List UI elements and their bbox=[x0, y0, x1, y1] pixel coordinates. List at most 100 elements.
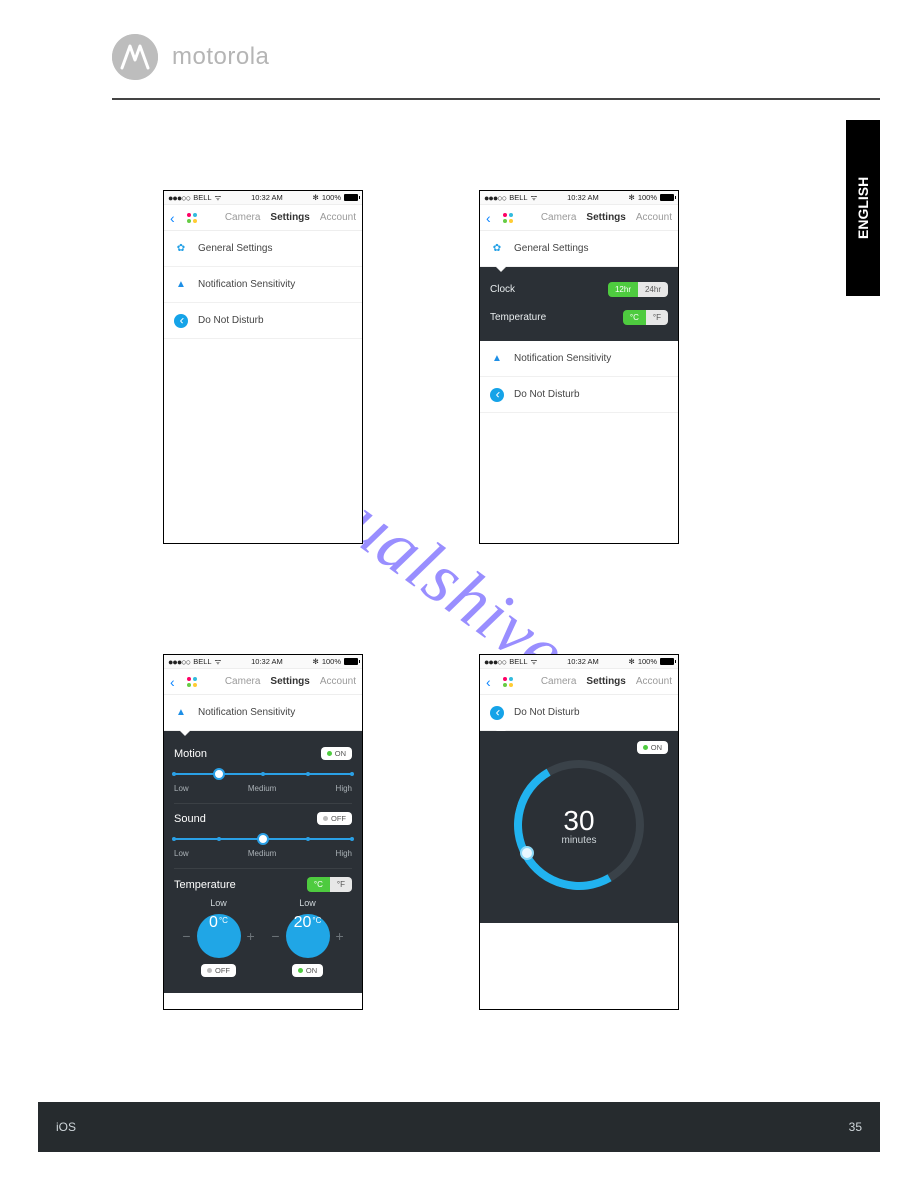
back-chevron-icon[interactable]: ‹ bbox=[486, 211, 491, 225]
gear-icon: ✿ bbox=[174, 242, 188, 256]
status-bar: ●●●○○ BELL ᯤ 10:32 AM ✻ 100% bbox=[164, 655, 362, 669]
scale-medium: Medium bbox=[248, 849, 276, 858]
sound-label: Sound bbox=[174, 813, 206, 825]
footer-right: 35 bbox=[849, 1120, 862, 1134]
row-general-settings[interactable]: ✿ General Settings bbox=[480, 231, 678, 267]
clock-label: Clock bbox=[490, 284, 515, 295]
dnd-value: 30 bbox=[563, 805, 594, 837]
battery-icon bbox=[344, 194, 358, 201]
clock-label: 10:32 AM bbox=[567, 193, 599, 202]
warning-icon: ▲ bbox=[490, 352, 504, 366]
battery-pct: 100% bbox=[638, 193, 657, 202]
tab-settings[interactable]: Settings bbox=[586, 212, 625, 223]
scale-low: Low bbox=[174, 849, 189, 858]
tab-camera[interactable]: Camera bbox=[225, 676, 261, 687]
toggle-celsius[interactable]: °C bbox=[307, 877, 330, 892]
clock-icon bbox=[490, 706, 504, 720]
clock-format-toggle[interactable]: 12hr 24hr bbox=[608, 282, 668, 297]
sound-toggle[interactable]: OFF bbox=[317, 812, 352, 825]
row-do-not-disturb[interactable]: Do Not Disturb bbox=[480, 695, 678, 731]
row-general-settings[interactable]: ✿ General Settings bbox=[164, 231, 362, 267]
battery-pct: 100% bbox=[322, 193, 341, 202]
temperature-label: Temperature bbox=[174, 879, 236, 891]
screenshot-general-settings-expanded: ●●●○○ BELL ᯤ 10:32 AM ✻ 100% ‹ bbox=[479, 190, 679, 544]
battery-pct: 100% bbox=[322, 657, 341, 666]
signal-icon: ●●●○○ bbox=[484, 657, 506, 667]
hubble-logo-icon[interactable] bbox=[185, 675, 199, 689]
tab-camera[interactable]: Camera bbox=[541, 212, 577, 223]
battery-icon bbox=[660, 194, 674, 201]
scale-low: Low bbox=[174, 784, 189, 793]
battery-pct: 100% bbox=[638, 657, 657, 666]
row-label: Do Not Disturb bbox=[198, 315, 264, 326]
carrier-label: BELL bbox=[509, 657, 527, 666]
bluetooth-icon: ✻ bbox=[629, 657, 635, 666]
row-notification-sensitivity[interactable]: ▲ Notification Sensitivity bbox=[480, 341, 678, 377]
bluetooth-icon: ✻ bbox=[313, 657, 319, 666]
motion-toggle[interactable]: ON bbox=[321, 747, 352, 760]
row-label: Notification Sensitivity bbox=[514, 353, 611, 364]
hubble-logo-icon[interactable] bbox=[501, 675, 515, 689]
toggle-celsius[interactable]: °C bbox=[623, 310, 646, 325]
warning-icon: ▲ bbox=[174, 706, 188, 720]
footer-left: iOS bbox=[56, 1120, 76, 1134]
tab-account[interactable]: Account bbox=[320, 676, 356, 687]
clock-icon bbox=[174, 314, 188, 328]
temperature-unit-toggle[interactable]: °C °F bbox=[307, 877, 352, 892]
row-label: Do Not Disturb bbox=[514, 389, 580, 400]
battery-icon bbox=[660, 658, 674, 665]
row-label: General Settings bbox=[198, 243, 273, 254]
signal-icon: ●●●○○ bbox=[168, 657, 190, 667]
tab-account[interactable]: Account bbox=[320, 212, 356, 223]
scale-high: High bbox=[336, 849, 352, 858]
status-bar: ●●●○○ BELL ᯤ 10:32 AM ✻ 100% bbox=[480, 655, 678, 669]
dnd-toggle[interactable]: ON bbox=[637, 741, 668, 754]
temp-high-value: 20°C bbox=[286, 914, 330, 958]
temperature-unit-toggle[interactable]: °C °F bbox=[623, 310, 668, 325]
back-chevron-icon[interactable]: ‹ bbox=[486, 675, 491, 689]
bluetooth-icon: ✻ bbox=[629, 193, 635, 202]
tab-settings[interactable]: Settings bbox=[270, 676, 309, 687]
row-do-not-disturb[interactable]: Do Not Disturb bbox=[164, 303, 362, 339]
row-notification-sensitivity[interactable]: ▲ Notification Sensitivity bbox=[164, 695, 362, 731]
row-label: Do Not Disturb bbox=[514, 707, 580, 718]
temp-low-plus[interactable]: + bbox=[247, 928, 255, 944]
temp-low-toggle[interactable]: OFF bbox=[201, 964, 236, 977]
tab-settings[interactable]: Settings bbox=[586, 676, 625, 687]
temp-high-minus[interactable]: − bbox=[271, 928, 279, 944]
toggle-fahrenheit[interactable]: °F bbox=[330, 877, 352, 892]
tab-settings[interactable]: Settings bbox=[270, 212, 309, 223]
toggle-fahrenheit[interactable]: °F bbox=[646, 310, 668, 325]
row-do-not-disturb[interactable]: Do Not Disturb bbox=[480, 377, 678, 413]
tab-account[interactable]: Account bbox=[636, 212, 672, 223]
screenshot-settings-list: ●●●○○ BELL ᯤ 10:32 AM ✻ 100% ‹ bbox=[163, 190, 363, 544]
tab-account[interactable]: Account bbox=[636, 676, 672, 687]
row-notification-sensitivity[interactable]: ▲ Notification Sensitivity bbox=[164, 267, 362, 303]
screenshot-do-not-disturb: ●●●○○ BELL ᯤ 10:32 AM ✻ 100% ‹ bbox=[479, 654, 679, 1010]
motion-slider[interactable] bbox=[174, 766, 352, 782]
row-label: Notification Sensitivity bbox=[198, 279, 295, 290]
temp-high-toggle[interactable]: ON bbox=[292, 964, 323, 977]
signal-icon: ●●●○○ bbox=[168, 193, 190, 203]
temp-high-label: Low bbox=[299, 898, 316, 908]
sound-slider[interactable] bbox=[174, 831, 352, 847]
battery-icon bbox=[344, 658, 358, 665]
bluetooth-icon: ✻ bbox=[313, 193, 319, 202]
warning-icon: ▲ bbox=[174, 278, 188, 292]
carrier-label: BELL bbox=[509, 193, 527, 202]
tab-camera[interactable]: Camera bbox=[225, 212, 261, 223]
back-chevron-icon[interactable]: ‹ bbox=[170, 675, 175, 689]
clock-label: 10:32 AM bbox=[251, 657, 283, 666]
tab-camera[interactable]: Camera bbox=[541, 676, 577, 687]
dnd-dial[interactable]: 30 minutes bbox=[514, 760, 644, 890]
back-chevron-icon[interactable]: ‹ bbox=[170, 211, 175, 225]
temp-high-plus[interactable]: + bbox=[336, 928, 344, 944]
hubble-logo-icon[interactable] bbox=[185, 211, 199, 225]
status-bar: ●●●○○ BELL ᯤ 10:32 AM ✻ 100% bbox=[164, 191, 362, 205]
temp-low-minus[interactable]: − bbox=[182, 928, 190, 944]
row-label: General Settings bbox=[514, 243, 589, 254]
toggle-24hr[interactable]: 24hr bbox=[638, 282, 668, 297]
hubble-logo-icon[interactable] bbox=[501, 211, 515, 225]
row-label: Notification Sensitivity bbox=[198, 707, 295, 718]
toggle-12hr[interactable]: 12hr bbox=[608, 282, 638, 297]
